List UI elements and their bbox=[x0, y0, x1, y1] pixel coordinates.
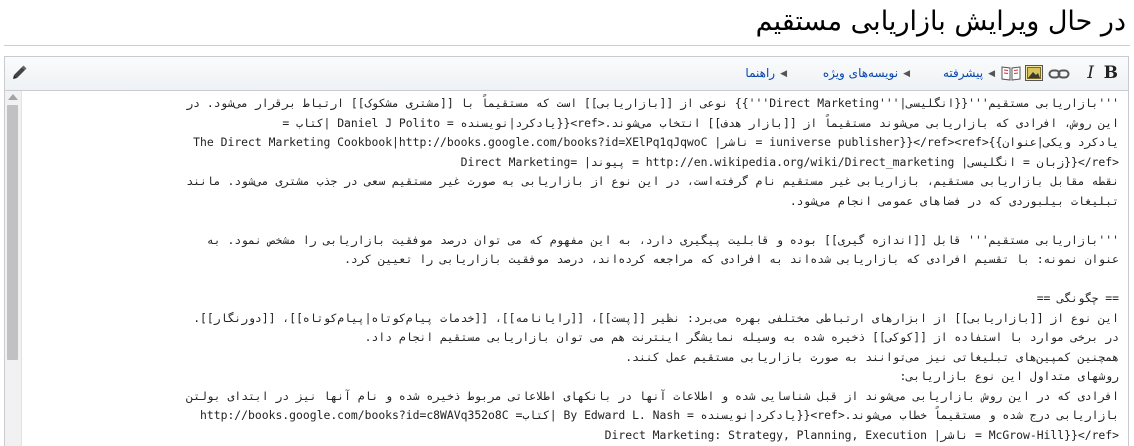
editor-line: Direct Marketing= |پیوند = http://en.wik… bbox=[460, 154, 1119, 169]
arrow-icon: ◀ bbox=[903, 69, 910, 79]
wikitext-textarea[interactable]: '''بازاریابی مستقیم'''{{انگلیسی|'''Direc… bbox=[22, 91, 1126, 446]
vertical-scrollbar[interactable] bbox=[5, 91, 22, 446]
editor-line: عنوان نمونه: با تقسیم افرادی که بازاریاب… bbox=[344, 252, 1119, 266]
editor-line: Direct Marketing: Strategy, Planning, Ex… bbox=[604, 427, 1119, 442]
editor-line: '''بازاریابی مستقیم''' قابل [[اندازه گیر… bbox=[206, 232, 1119, 247]
editor-line: در برخی موارد با استفاده از [[کوکی]] ذخی… bbox=[364, 330, 1119, 344]
editor-line: این نوع از [[بازاریابی]] از ابزارهای ارت… bbox=[193, 310, 1119, 325]
toolbar-group-advanced[interactable]: ◀پیشرفته bbox=[943, 66, 995, 80]
arrow-icon: ◀ bbox=[780, 69, 787, 79]
editor-line: این روش، افرادی که بازاریابی می‌شوند مست… bbox=[282, 115, 1119, 130]
toolbar-group-help[interactable]: ◀راهنما bbox=[745, 66, 787, 80]
reference-book-icon[interactable] bbox=[1001, 65, 1021, 81]
editor-line: '''بازاریابی مستقیم'''{{انگلیسی|'''Direc… bbox=[186, 96, 1119, 110]
editor-line: تبلیغات بیلبوردی که در فضاهای عمومی انجا… bbox=[789, 193, 1119, 208]
arrow-icon: ◀ bbox=[988, 69, 995, 79]
page-title: در حال ویرایش بازاریابی مستقیم bbox=[755, 6, 1126, 37]
scroll-thumb[interactable] bbox=[7, 105, 18, 360]
scroll-up-arrow-icon[interactable] bbox=[8, 94, 18, 100]
editor-line: روشهای متداول این نوع بازاریابی: bbox=[899, 369, 1119, 383]
editor-line: همچنین کمپین‌های تبلیغاتی نیز می‌توانند … bbox=[625, 349, 1119, 364]
toolbar-group-special-chars[interactable]: ◀نویسه‌های ویژه bbox=[823, 66, 910, 80]
editor-line: The Direct Marketing Cookbook|http://boo… bbox=[193, 135, 1119, 149]
title-divider bbox=[4, 45, 1130, 46]
pencil-icon[interactable] bbox=[11, 63, 29, 81]
editor-line: == چگونگی == bbox=[1036, 291, 1119, 305]
editor-line: بازاریابی درج شده و مستقیماً خطاب می‌شون… bbox=[200, 408, 1119, 422]
italic-button[interactable]: I bbox=[1087, 63, 1094, 83]
editor-line: نقطه مقابل بازاریابی مستقیم، بازاریابی غ… bbox=[186, 174, 1119, 188]
editor-line: افرادی که در این روش بازاریابی می‌شوند ا… bbox=[186, 388, 1119, 403]
bold-button[interactable]: B bbox=[1104, 63, 1118, 83]
wiki-editor: B I ◀پیشرفته ◀نویسه‌های ویژه ◀راهنما bbox=[4, 56, 1129, 446]
link-icon[interactable] bbox=[1048, 66, 1070, 80]
embedded-image-icon[interactable] bbox=[1025, 65, 1043, 81]
editor-toolbar: B I ◀پیشرفته ◀نویسه‌های ویژه ◀راهنما bbox=[5, 57, 1128, 91]
